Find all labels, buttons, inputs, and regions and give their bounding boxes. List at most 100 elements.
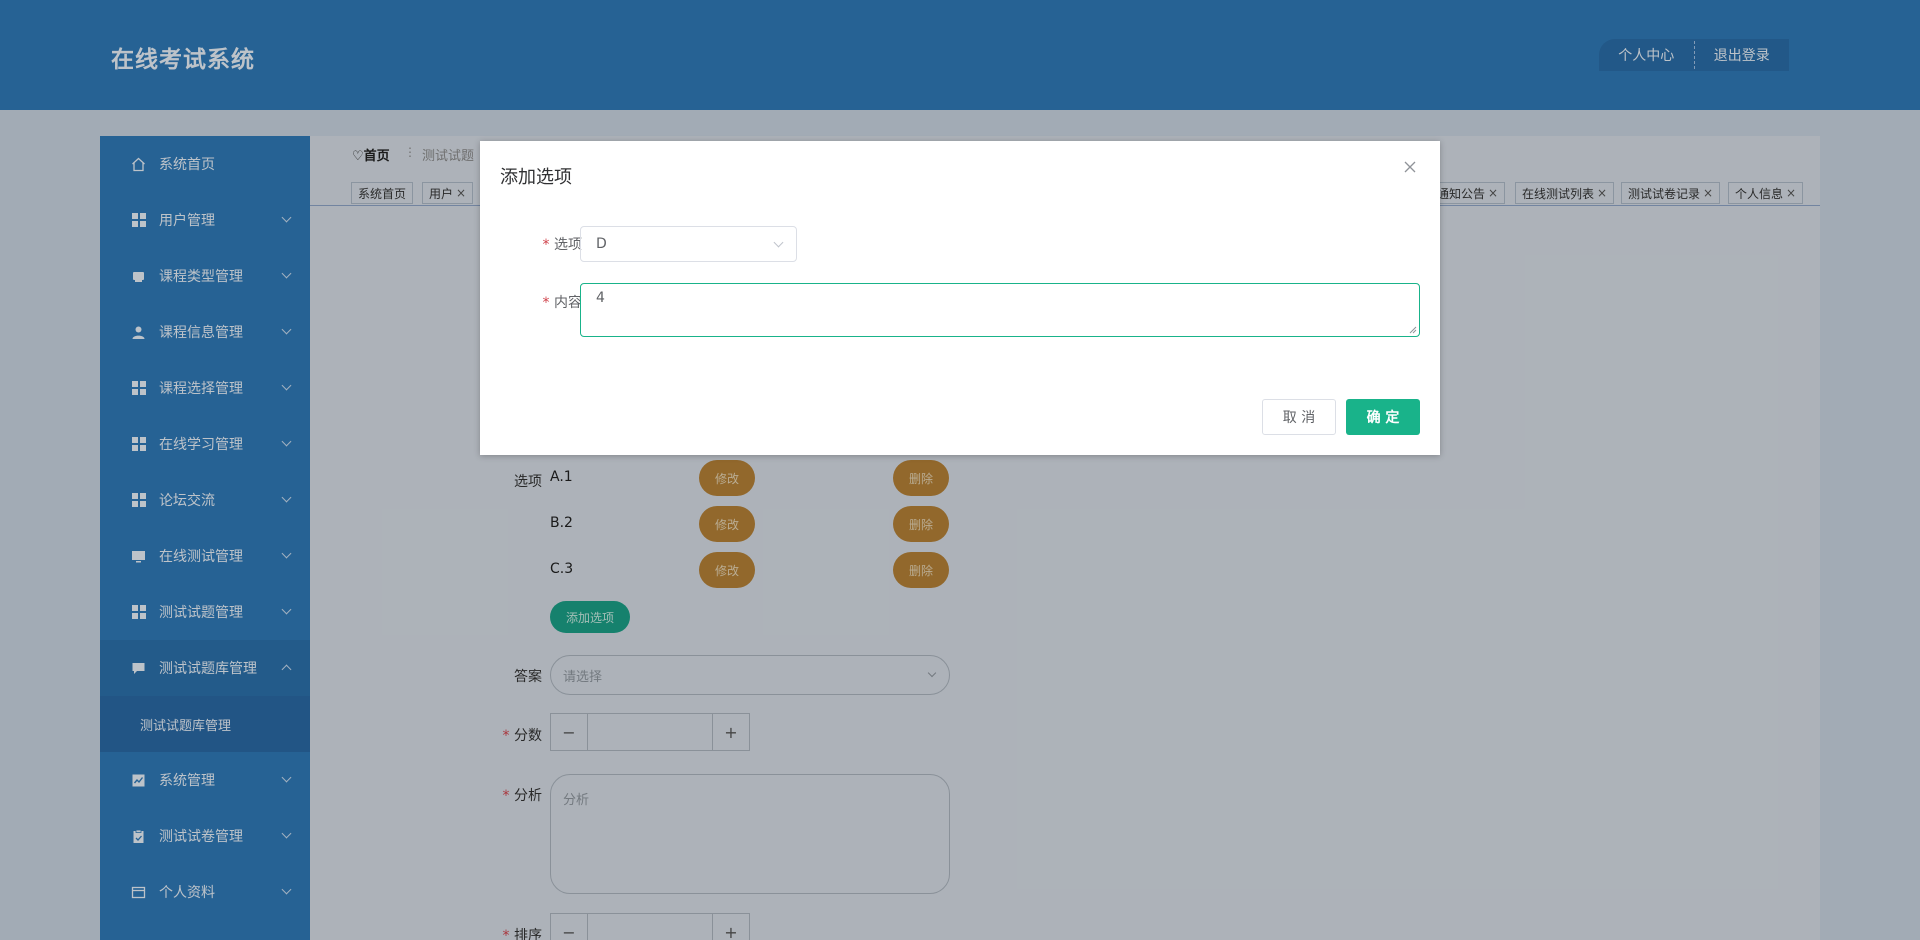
tab-users[interactable]: 用户 ×: [422, 182, 474, 204]
tab-test-records[interactable]: 测试试卷记录 ×: [1621, 182, 1721, 204]
edit-option-button[interactable]: 修改: [699, 460, 755, 496]
close-icon[interactable]: ×: [1786, 186, 1796, 200]
top-actions: 个人中心 退出登录: [1599, 39, 1789, 71]
heart-icon: ♡: [352, 149, 364, 164]
decrease-button[interactable]: −: [551, 714, 587, 750]
chevron-down-icon: [281, 828, 292, 839]
delete-option-button[interactable]: 删除: [893, 506, 949, 542]
sidebar-item-course-types[interactable]: 课程类型管理: [100, 248, 310, 304]
close-icon[interactable]: ×: [1597, 186, 1607, 200]
required-mark: *: [502, 788, 510, 804]
order-input[interactable]: [587, 914, 713, 940]
breadcrumb-current: 测试试题: [422, 149, 475, 164]
sidebar-item-users[interactable]: 用户管理: [100, 192, 310, 248]
increase-button[interactable]: +: [713, 714, 749, 750]
sidebar-item-label: 课程类型管理: [159, 269, 243, 285]
sidebar-item-label: 测试试题管理: [159, 605, 243, 621]
dialog-title: 添加选项: [500, 167, 572, 188]
chevron-down-icon: [927, 668, 937, 678]
chat-icon: [131, 661, 146, 676]
top-bar: 在线考试系统 个人中心 退出登录: [0, 0, 1920, 110]
chevron-down-icon: [281, 324, 292, 335]
answer-select[interactable]: 请选择: [550, 655, 950, 695]
book-icon: [131, 269, 146, 284]
chevron-down-icon: [281, 436, 292, 447]
sidebar-item-forum[interactable]: 论坛交流: [100, 472, 310, 528]
resize-handle-icon[interactable]: [1409, 326, 1417, 334]
chevron-down-icon: [281, 380, 292, 391]
analysis-textarea[interactable]: 分析: [550, 774, 950, 894]
personal-center-button[interactable]: 个人中心: [1599, 39, 1694, 71]
required-mark: *: [542, 295, 550, 311]
card-icon: [131, 885, 146, 900]
sidebar-item-online-test[interactable]: 在线测试管理: [100, 528, 310, 584]
sidebar-item-question-bank[interactable]: 测试试题库管理: [100, 640, 310, 696]
score-stepper[interactable]: − +: [550, 713, 750, 751]
option-text: C.3: [550, 561, 574, 577]
delete-option-button[interactable]: 删除: [893, 552, 949, 588]
breadcrumb: ♡首页: [352, 145, 390, 164]
confirm-button[interactable]: 确 定: [1346, 399, 1420, 435]
chevron-down-icon: [281, 772, 292, 783]
logout-button[interactable]: 退出登录: [1695, 39, 1790, 71]
option-field-label-text: 选项: [554, 237, 582, 253]
option-text: A.1: [550, 469, 573, 485]
close-icon[interactable]: [1402, 159, 1418, 175]
tab-home[interactable]: 系统首页: [351, 182, 414, 204]
cancel-button[interactable]: 取 消: [1262, 399, 1336, 435]
breadcrumb-home[interactable]: 首页: [364, 149, 390, 164]
sidebar-item-home[interactable]: 系统首页: [100, 136, 310, 192]
chevron-down-icon: [281, 548, 292, 559]
tab-online-tests[interactable]: 在线测试列表 ×: [1515, 182, 1615, 204]
increase-button[interactable]: +: [713, 914, 749, 940]
user-icon: [131, 325, 146, 340]
grid-icon: [131, 493, 146, 508]
chevron-down-icon: [281, 268, 292, 279]
clipboard-icon: [131, 829, 146, 844]
sidebar-item-course-selection[interactable]: 课程选择管理: [100, 360, 310, 416]
sidebar-item-label: 个人资料: [159, 885, 215, 901]
edit-option-button[interactable]: 修改: [699, 552, 755, 588]
content-textarea[interactable]: 4: [580, 283, 1420, 337]
breadcrumb-separator: ⋮: [404, 145, 416, 159]
options-label: 选项: [514, 474, 542, 490]
chevron-down-icon: [281, 492, 292, 503]
close-icon[interactable]: ×: [1488, 186, 1498, 200]
sidebar-item-system[interactable]: 系统管理: [100, 752, 310, 808]
close-icon[interactable]: ×: [1703, 186, 1713, 200]
order-label-text: 排序: [514, 928, 542, 940]
tab-notices[interactable]: 通知公告 ×: [1430, 182, 1506, 204]
grid-icon: [131, 213, 146, 228]
chevron-up-icon: [281, 664, 292, 675]
grid-icon: [131, 437, 146, 452]
sidebar-item-course-info[interactable]: 课程信息管理: [100, 304, 310, 360]
add-option-button[interactable]: 添加选项: [550, 601, 630, 633]
close-icon[interactable]: ×: [456, 186, 466, 200]
sidebar-item-online-learning[interactable]: 在线学习管理: [100, 416, 310, 472]
sidebar-item-profile[interactable]: 个人资料: [100, 864, 310, 920]
sidebar-item-label: 在线测试管理: [159, 549, 243, 565]
grid-icon: [131, 381, 146, 396]
sidebar-item-label: 论坛交流: [159, 493, 215, 509]
tab-label: 用户: [429, 186, 454, 201]
score-input[interactable]: [587, 714, 713, 750]
sidebar-item-label: 在线学习管理: [159, 437, 243, 453]
decrease-button[interactable]: −: [551, 914, 587, 940]
tab-personal-info[interactable]: 个人信息 ×: [1728, 182, 1804, 204]
sidebar-item-test-papers[interactable]: 测试试卷管理: [100, 808, 310, 864]
submenu-question-bank[interactable]: 测试试题库管理: [100, 696, 310, 752]
delete-option-button[interactable]: 删除: [893, 460, 949, 496]
sidebar-item-label: 测试试卷管理: [159, 829, 243, 845]
tab-label: 在线测试列表: [1522, 186, 1595, 201]
sidebar-item-label: 系统首页: [159, 157, 215, 173]
chevron-down-icon: [773, 237, 784, 248]
sidebar-item-test-questions[interactable]: 测试试题管理: [100, 584, 310, 640]
tab-label: 个人信息: [1735, 186, 1784, 201]
analysis-label-text: 分析: [514, 788, 542, 804]
add-option-dialog: 添加选项 * 选项 D * 内容 4 取 消 确 定: [480, 141, 1440, 455]
edit-option-button[interactable]: 修改: [699, 506, 755, 542]
analysis-label: * 分析: [482, 785, 542, 805]
option-select[interactable]: D: [580, 226, 797, 262]
order-stepper[interactable]: − +: [550, 913, 750, 940]
app-title: 在线考试系统: [111, 47, 255, 73]
